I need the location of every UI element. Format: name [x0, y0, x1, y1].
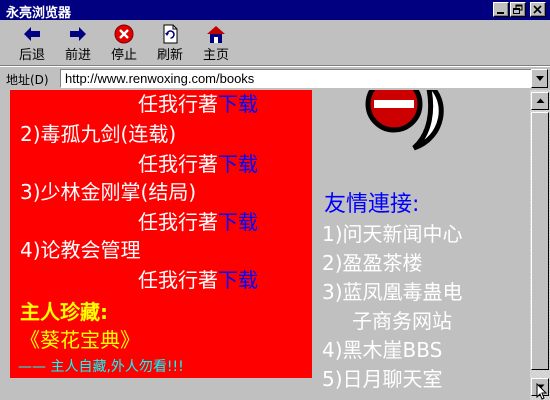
author-text: 任我行著	[138, 152, 218, 176]
friend-link[interactable]: 5)日月聊天室	[322, 363, 443, 392]
book-title: 2)毒孤九剑(连载)	[20, 122, 177, 146]
vertical-scrollbar[interactable]	[530, 90, 550, 400]
friend-link-continued[interactable]: 子商务网站	[352, 305, 452, 334]
refresh-button[interactable]: 刷新	[148, 22, 192, 64]
stop-button[interactable]: 停止	[102, 22, 146, 64]
site-logo	[365, 90, 444, 151]
address-label: 地址(D)	[6, 73, 49, 87]
home-icon	[207, 26, 225, 43]
author-text: 任我行著	[138, 210, 218, 234]
friends-heading: 友情連接:	[324, 192, 420, 217]
scroll-up-icon	[536, 98, 545, 103]
minimize-button[interactable]	[493, 2, 509, 17]
treasure-note: —— 主人自藏,外人勿看!!!	[18, 359, 184, 375]
download-link[interactable]: 下载	[218, 268, 258, 292]
close-button[interactable]	[530, 2, 546, 17]
refresh-label: 刷新	[156, 48, 183, 63]
download-link[interactable]: 下载	[218, 152, 258, 176]
back-label: 后退	[18, 48, 45, 63]
book-author-line: 任我行著下载	[138, 90, 258, 117]
right-arrow-icon	[70, 27, 86, 41]
friend-link[interactable]: 2)盈盈茶楼	[322, 247, 423, 276]
address-input[interactable]: http://www.renwoxing.com/books	[60, 69, 536, 88]
mouse-cursor-icon	[536, 383, 548, 400]
book-author-line: 任我行著下载	[138, 264, 258, 293]
restore-icon	[513, 4, 523, 14]
book-title: 4)论教会管理	[20, 238, 141, 262]
minimize-icon	[497, 12, 504, 14]
title-bar: 永亮浏览器	[0, 0, 550, 21]
left-arrow-icon	[24, 27, 40, 41]
sidebar-panel: 友情連接: 1)问天新闻中心 2)盈盈茶楼 3)蓝凤凰毒蛊电 子商务网站 4)黑…	[312, 90, 530, 400]
treasure-book[interactable]: 《葵花宝典》	[20, 324, 140, 353]
back-button[interactable]: 后退	[10, 22, 54, 64]
stop-label: 停止	[110, 48, 137, 63]
home-button[interactable]: 主页	[194, 22, 238, 64]
friend-link[interactable]: 1)问天新闻中心	[322, 218, 463, 247]
scrollbar-thumb[interactable]	[531, 112, 549, 370]
address-bar: 地址(D) http://www.renwoxing.com/books	[0, 66, 550, 90]
toolbar: 后退 前进 停止 刷新 主页	[0, 20, 550, 66]
refresh-icon	[163, 24, 178, 44]
stop-icon	[114, 24, 134, 44]
book-title: 3)少林金刚掌(结局)	[20, 180, 197, 204]
download-link[interactable]: 下载	[218, 92, 258, 116]
friend-link[interactable]: 3)蓝凤凰毒蛊电	[322, 276, 463, 305]
home-label: 主页	[202, 48, 229, 63]
book-author-line: 任我行著下载	[138, 148, 258, 177]
friend-link[interactable]: 4)黑木崖BBS	[322, 334, 442, 363]
treasure-heading: 主人珍藏:	[20, 300, 108, 324]
forward-label: 前进	[64, 48, 91, 63]
close-icon	[533, 5, 542, 14]
address-dropdown-button[interactable]	[531, 69, 548, 88]
book-author-line: 任我行著下载	[138, 206, 258, 235]
chevron-down-icon	[536, 76, 544, 81]
author-text: 任我行著	[138, 268, 218, 292]
window-title: 永亮浏览器	[6, 6, 72, 21]
restore-button[interactable]	[510, 2, 526, 17]
forward-button[interactable]: 前进	[56, 22, 100, 64]
scroll-up-button[interactable]	[531, 92, 549, 110]
author-text: 任我行著	[138, 92, 218, 116]
download-link[interactable]: 下载	[218, 210, 258, 234]
page-content: 任我行著下载 2)毒孤九剑(连载) 任我行著下载 3)少林金刚掌(结局) 任我行…	[0, 90, 530, 400]
book-list-panel: 任我行著下载 2)毒孤九剑(连载) 任我行著下载 3)少林金刚掌(结局) 任我行…	[10, 90, 312, 378]
